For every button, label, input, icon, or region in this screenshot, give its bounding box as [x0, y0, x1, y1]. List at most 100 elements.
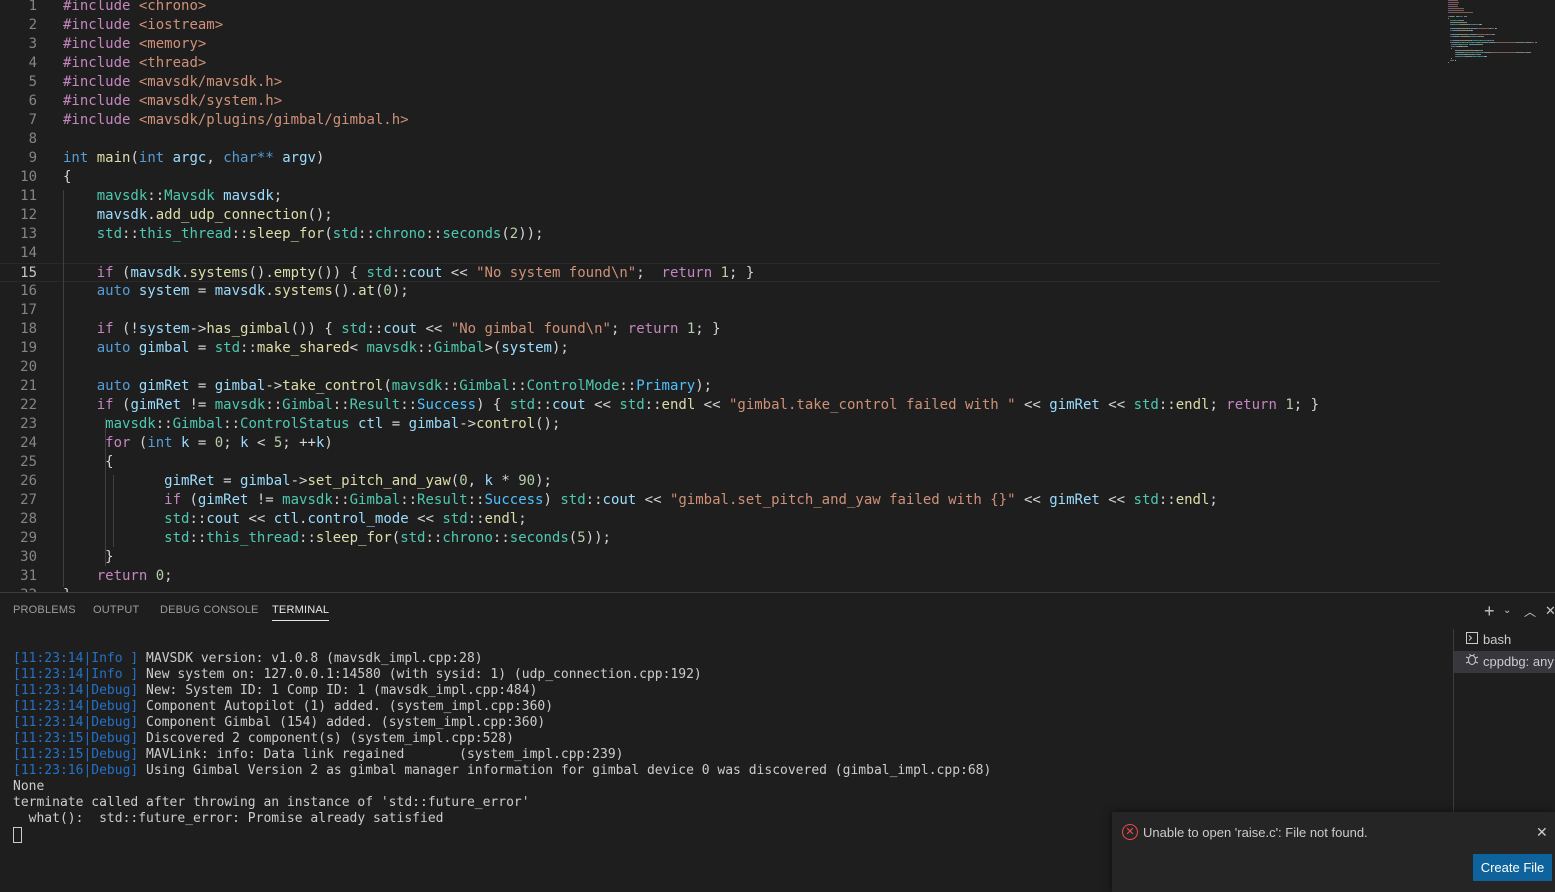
tab-problems[interactable]: PROBLEMS	[13, 604, 76, 616]
code-text: auto gimbal = std::make_shared< mavsdk::…	[96, 340, 569, 356]
code-line[interactable]: 2 #include <iostream>	[0, 16, 1440, 35]
code-text: std::cout << ctl.control_mode << std::en…	[164, 511, 527, 527]
minimap-token	[1481, 44, 1484, 45]
minimap-token	[1490, 28, 1495, 29]
create-file-button[interactable]: Create File	[1473, 854, 1552, 881]
new-terminal-icon[interactable]: +	[1484, 602, 1495, 620]
code-line[interactable]: 8	[0, 130, 1440, 149]
minimap[interactable]	[1440, 0, 1555, 70]
indent-guide	[63, 190, 64, 587]
code-line[interactable]: 24 for (int k = 0; k < 5; ++k)	[0, 434, 1440, 453]
code-line[interactable]: 27 if (gimRet != mavsdk::Gimbal::Result:…	[0, 491, 1440, 510]
log-text: Component Gimbal (154) added. (system_im…	[138, 715, 546, 730]
code-line[interactable]: 18 if (!system->has_gimbal()) { std::cou…	[0, 320, 1440, 339]
code-line[interactable]: 31 return 0;	[0, 567, 1440, 586]
terminal-line: [11:23:15|Debug] Discovered 2 component(…	[13, 731, 991, 747]
code-line[interactable]: 9 int main(int argc, char** argv)	[0, 149, 1440, 168]
line-number: 15	[20, 265, 37, 281]
line-number: 19	[20, 340, 37, 356]
terminal-line: [11:23:15|Debug] MAVLink: info: Data lin…	[13, 747, 991, 763]
line-number: 5	[28, 74, 37, 90]
close-panel-icon[interactable]: ✕	[1545, 603, 1555, 619]
minimap-token	[1448, 62, 1449, 63]
code-line[interactable]: 20	[0, 358, 1440, 377]
minimap-token	[1460, 44, 1469, 45]
line-number: 3	[28, 36, 37, 52]
code-line[interactable]: 1 #include <chrono>	[0, 0, 1440, 16]
tab-terminal[interactable]: TERMINAL	[272, 604, 330, 621]
maximize-panel-icon[interactable]: ︿	[1524, 603, 1536, 620]
minimap-token	[1448, 18, 1449, 19]
close-notification-icon[interactable]: ✕	[1536, 824, 1548, 841]
minimap-token	[1452, 4, 1459, 5]
tab-output[interactable]: OUTPUT	[93, 604, 139, 616]
code-line[interactable]: 19 auto gimbal = std::make_shared< mavsd…	[0, 339, 1440, 358]
code-text: #include <iostream>	[63, 17, 224, 33]
terminal-line: [11:23:14|Debug] New: System ID: 1 Comp …	[13, 683, 991, 699]
terminal-output[interactable]: [11:23:14|Info ] MAVSDK version: v1.0.8 …	[13, 651, 991, 843]
code-line[interactable]: 22 if (gimRet != mavsdk::Gimbal::Result:…	[0, 396, 1440, 415]
code-line[interactable]: 23 mavsdk::Gimbal::ControlStatus ctl = g…	[0, 415, 1440, 434]
line-number: 9	[28, 150, 37, 166]
minimap-token	[1471, 30, 1473, 31]
notification-toast: ✕ Unable to open 'raise.c': File not fou…	[1112, 812, 1555, 892]
code-line[interactable]: 4 #include <thread>	[0, 54, 1440, 73]
code-line[interactable]: 26 gimRet = gimbal->set_pitch_and_yaw(0,…	[0, 472, 1440, 491]
minimap-token	[1465, 22, 1468, 23]
code-line[interactable]: 16 auto system = mavsdk.systems().at(0);	[0, 282, 1440, 301]
minimap-token	[1530, 42, 1535, 43]
code-text: return 0;	[96, 568, 173, 584]
minimap-token	[1452, 10, 1464, 11]
code-line[interactable]: 21 auto gimRet = gimbal->take_control(ma…	[0, 377, 1440, 396]
code-text: #include <memory>	[63, 36, 207, 52]
log-text: None	[13, 779, 45, 794]
code-line[interactable]: 25 {	[0, 453, 1440, 472]
code-line[interactable]: 6 #include <mavsdk/system.h>	[0, 92, 1440, 111]
code-line[interactable]: 3 #include <memory>	[0, 35, 1440, 54]
tab-debug-console[interactable]: DEBUG CONSOLE	[160, 604, 259, 616]
line-number: 2	[28, 17, 37, 33]
code-text: mavsdk::Gimbal::ControlStatus ctl = gimb…	[105, 416, 561, 432]
code-line[interactable]: 30 }	[0, 548, 1440, 567]
code-line[interactable]: 29 std::this_thread::sleep_for(std::chro…	[0, 529, 1440, 548]
minimap-token	[1477, 28, 1489, 29]
terminal-item-label: cppdbg: any	[1483, 654, 1554, 669]
code-text: for (int k = 0; k < 5; ++k)	[105, 435, 333, 451]
code-line[interactable]: 11 mavsdk::Mavsdk mavsdk;	[0, 187, 1440, 206]
terminal-item-cppdbg[interactable]: cppdbg: any	[1454, 651, 1555, 673]
minimap-token	[1466, 46, 1468, 47]
terminal-line: [11:23:14|Debug] Component Gimbal (154) …	[13, 715, 991, 731]
code-text: {	[63, 169, 72, 185]
code-line[interactable]: 28 std::cout << ctl.control_mode << std:…	[0, 510, 1440, 529]
code-line[interactable]: 12 mavsdk.add_udp_connection();	[0, 206, 1440, 225]
code-text: #include <mavsdk/plugins/gimbal/gimbal.h…	[63, 112, 409, 128]
minimap-token	[1529, 52, 1531, 53]
code-line[interactable]: 10 {	[0, 168, 1440, 187]
code-text: if (gimRet != mavsdk::Gimbal::Result::Su…	[164, 492, 1218, 508]
code-line[interactable]: 17	[0, 301, 1440, 320]
line-number: 1	[28, 0, 37, 14]
indent-guide	[113, 475, 114, 547]
terminal-line: [11:23:14|Info ] MAVSDK version: v1.0.8 …	[13, 651, 991, 667]
code-editor[interactable]: 1 #include <chrono> 2 #include <iostream> 3 #…	[0, 0, 1555, 592]
minimap-token	[1465, 54, 1473, 55]
log-text: New system on: 127.0.0.1:14580 (with sys…	[138, 667, 702, 682]
code-text: auto system = mavsdk.systems().at(0);	[96, 283, 409, 299]
log-text: New: System ID: 1 Comp ID: 1 (mavsdk_imp…	[138, 683, 538, 698]
line-number: 10	[20, 169, 37, 185]
terminal-item-bash[interactable]: bash	[1454, 629, 1555, 651]
minimap-token	[1454, 22, 1466, 23]
line-number: 31	[20, 568, 37, 584]
code-line[interactable]: 13 std::this_thread::sleep_for(std::chro…	[0, 225, 1440, 244]
code-line[interactable]: 5 #include <mavsdk/mavsdk.h>	[0, 73, 1440, 92]
terminal-line: None	[13, 779, 991, 795]
code-text: #include <thread>	[63, 55, 207, 71]
code-line[interactable]: 7 #include <mavsdk/plugins/gimbal/gimbal.…	[0, 111, 1440, 130]
chevron-down-icon[interactable]: ⌄	[1503, 605, 1511, 616]
terminal-prompt[interactable]	[13, 827, 991, 843]
code-line[interactable]: 15 if (mavsdk.systems().empty()) { std::…	[0, 263, 1440, 282]
code-text: #include <mavsdk/system.h>	[63, 93, 283, 109]
terminal-line: [11:23:14|Debug] Component Autopilot (1)…	[13, 699, 991, 715]
code-line[interactable]: 14	[0, 244, 1440, 263]
log-text: Discovered 2 component(s) (system_impl.c…	[138, 731, 514, 746]
